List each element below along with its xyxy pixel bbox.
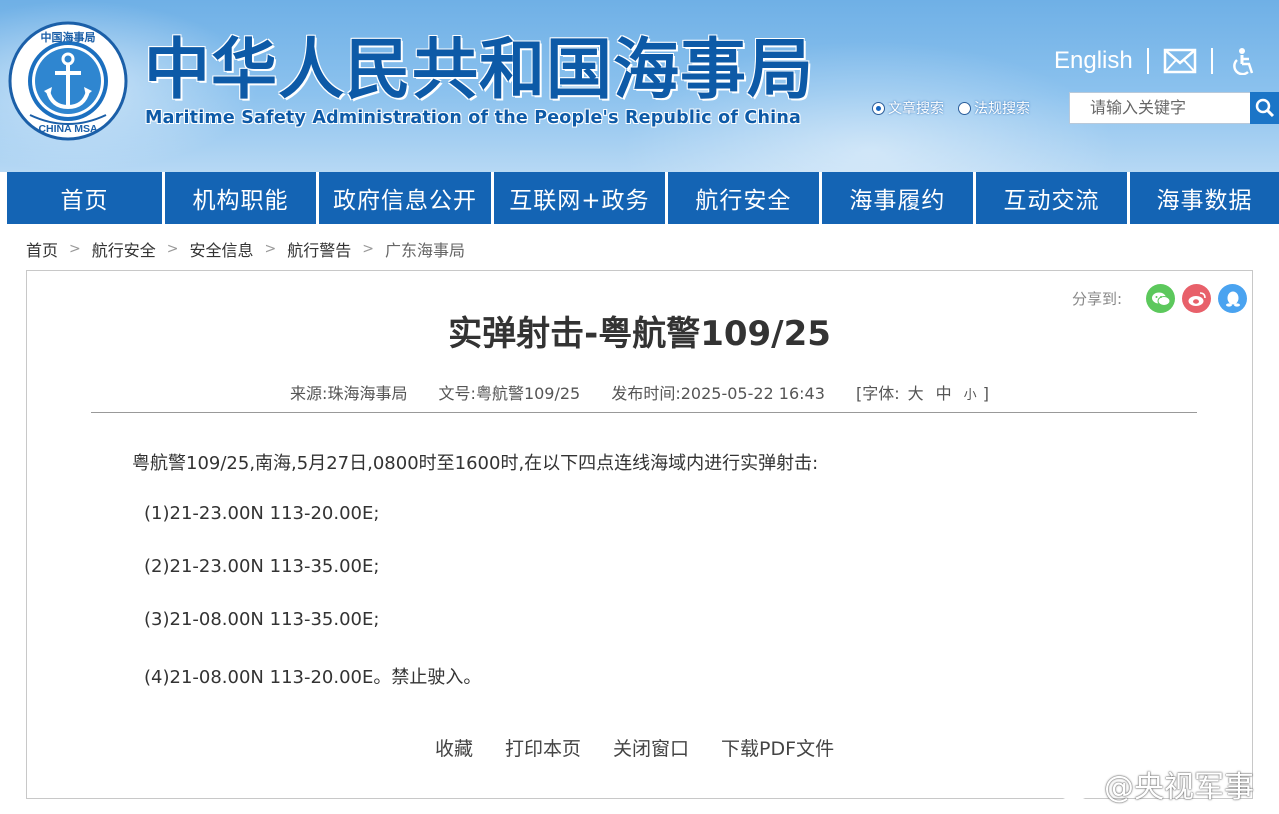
chevron-right-icon: >	[264, 241, 277, 257]
weibo-logo-icon	[1055, 768, 1098, 801]
search-icon	[1255, 98, 1274, 118]
nav-item-data[interactable]: 海事数据	[1129, 172, 1279, 224]
search-button[interactable]	[1250, 92, 1279, 124]
article-intro: 粤航警109/25,南海,5月27日,0800时至1600时,在以下四点连线海域…	[132, 453, 819, 474]
font-size-controls: [字体: 大中小]	[856, 384, 989, 403]
print-button[interactable]: 打印本页	[505, 734, 581, 761]
article-title: 实弹射击-粤航警109/25	[448, 314, 831, 354]
favorite-button[interactable]: 收藏	[435, 734, 473, 761]
nav-item-navigation-safety[interactable]: 航行安全	[667, 172, 819, 224]
watermark: @央视军事	[1054, 762, 1254, 806]
radio-icon[interactable]	[958, 101, 971, 115]
divider	[1146, 48, 1149, 74]
breadcrumb-item[interactable]: 航行警告	[287, 237, 351, 261]
top-links: English	[1054, 44, 1261, 78]
article-actions: 收藏 打印本页 关闭窗口 下载PDF文件	[435, 734, 866, 761]
nav-item-home[interactable]: 首页	[7, 172, 163, 224]
chevron-right-icon: >	[166, 241, 179, 257]
english-link[interactable]: English	[1054, 47, 1133, 75]
chevron-right-icon: >	[362, 241, 374, 257]
article-doc-number: 文号:粤航警109/25	[438, 384, 581, 403]
site-header: 中国海事局 CHINA MSA 中华人民共和国海事局 Maritime Safe…	[0, 0, 1279, 172]
nav-item-interaction[interactable]: 互动交流	[975, 172, 1127, 224]
search-option-articles[interactable]: 文章搜索	[872, 98, 944, 118]
close-window-button[interactable]: 关闭窗口	[613, 734, 689, 761]
font-size-small[interactable]: 小	[964, 388, 977, 403]
search-input[interactable]: 请输入关键字	[1069, 92, 1251, 124]
chevron-right-icon: >	[69, 241, 81, 257]
breadcrumb: 首页 > 航行安全 > 安全信息 > 航行警告 > 广东海事局	[26, 236, 465, 262]
article-publish-time: 发布时间:2025-05-22 16:43	[611, 384, 825, 403]
search-type-options: 文章搜索 法规搜索	[872, 98, 1044, 118]
coordinate-point: (3)21-08.00N 113-35.00E;	[144, 609, 380, 630]
font-size-medium[interactable]: 中	[936, 384, 952, 403]
nav-item-functions[interactable]: 机构职能	[165, 172, 317, 224]
radio-selected-icon[interactable]	[872, 101, 885, 115]
coordinate-point: (1)21-23.00N 113-20.00E;	[144, 503, 380, 524]
breadcrumb-item[interactable]: 广东海事局	[385, 237, 465, 261]
breadcrumb-item[interactable]: 安全信息	[190, 237, 254, 261]
nav-item-compliance[interactable]: 海事履约	[821, 172, 973, 224]
site-subtitle: Maritime Safety Administration of the Pe…	[145, 108, 802, 128]
font-size-large[interactable]: 大	[908, 384, 924, 403]
main-nav: 首页 机构职能 政府信息公开 互联网+政务 航行安全 海事履约 互动交流 海事数…	[0, 172, 1279, 224]
svg-text:CHINA MSA: CHINA MSA	[38, 123, 98, 135]
search-option-regulations[interactable]: 法规搜索	[958, 98, 1030, 118]
china-msa-emblem[interactable]: 中国海事局 CHINA MSA	[8, 21, 128, 141]
divider	[91, 412, 1197, 413]
article-meta: 来源:珠海海事局 文号:粤航警109/25 发布时间:2025-05-22 16…	[26, 380, 1253, 404]
coordinate-point: (2)21-23.00N 113-35.00E;	[144, 556, 380, 577]
divider	[1210, 48, 1213, 74]
article-source: 来源:珠海海事局	[290, 384, 408, 403]
breadcrumb-item[interactable]: 航行安全	[92, 237, 156, 261]
breadcrumb-item[interactable]: 首页	[26, 237, 58, 261]
coordinate-point: (4)21-08.00N 113-20.00E。禁止驶入。	[144, 667, 482, 688]
accessibility-icon[interactable]	[1227, 47, 1261, 75]
nav-item-gov-info[interactable]: 政府信息公开	[319, 172, 491, 224]
svg-text:中国海事局: 中国海事局	[41, 30, 96, 44]
nav-item-internet-gov[interactable]: 互联网+政务	[493, 172, 665, 224]
site-title: 中华人民共和国海事局	[144, 31, 814, 108]
mail-icon[interactable]	[1163, 47, 1197, 75]
download-pdf-button[interactable]: 下载PDF文件	[721, 734, 834, 761]
